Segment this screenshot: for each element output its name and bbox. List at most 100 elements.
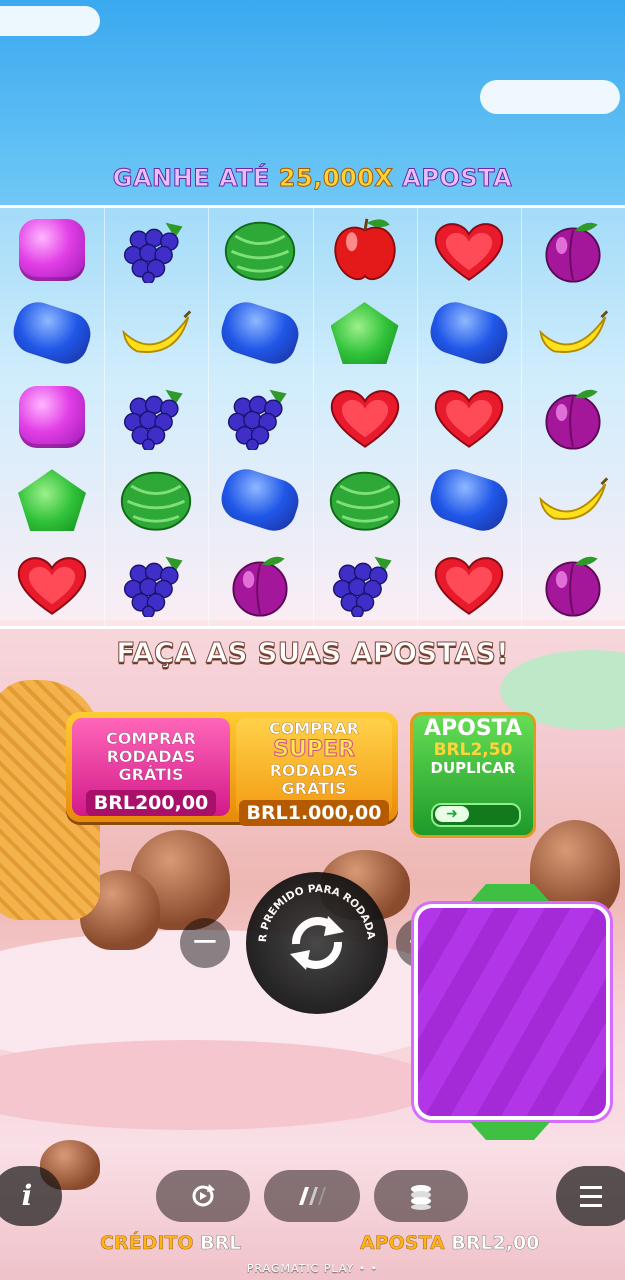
- pink-square-candy-symbol: [19, 385, 85, 448]
- ante-bet-value: BRL2,50: [433, 740, 513, 760]
- cloud: [0, 6, 100, 36]
- grapes-symbol: [118, 384, 194, 451]
- bet-settings-button[interactable]: [374, 1170, 468, 1222]
- arrow-right-icon: ➜: [435, 806, 469, 822]
- grapes-symbol: [118, 551, 194, 619]
- grapes-symbol: [327, 551, 403, 619]
- green-pentagon-candy-symbol: [18, 469, 86, 532]
- credit-display: CRÉDITO BRL: [100, 1232, 242, 1254]
- reel-cell: [0, 375, 104, 458]
- grapes-symbol: [222, 384, 298, 451]
- reel-cell: [417, 542, 521, 625]
- coin-stack-icon: [411, 1185, 431, 1210]
- reel-cell: [313, 375, 417, 458]
- reel-cell: [521, 292, 625, 375]
- turbo-icon: [299, 1187, 326, 1205]
- red-heart-candy-symbol: [327, 384, 403, 450]
- watermelon-symbol: [118, 467, 194, 533]
- grapes-symbol: [118, 217, 194, 284]
- buy-free-spins-price: BRL200,00: [85, 790, 217, 816]
- ante-bet-title: APOSTA: [423, 716, 523, 741]
- banner-suffix: APOSTA: [402, 164, 513, 193]
- buy-super-line2: SUPER: [273, 737, 356, 762]
- banana-symbol: [118, 300, 194, 366]
- pink-square-candy-symbol: [19, 218, 85, 281]
- autoplay-icon: [192, 1184, 215, 1207]
- banana-symbol: [535, 300, 611, 366]
- blue-oval-candy-symbol: [216, 296, 305, 370]
- reel-cell: [521, 459, 625, 542]
- info-icon: i: [21, 1179, 33, 1212]
- reel-cell: [104, 375, 208, 458]
- bet-display: APOSTA BRL2,00: [360, 1232, 540, 1254]
- buy-super-free-spins-button[interactable]: COMPRAR SUPER RODADAS GRÁTIS BRL1.000,00: [236, 718, 392, 826]
- buy-super-price: BRL1.000,00: [238, 800, 390, 826]
- bet-value: BRL2,00: [451, 1232, 540, 1254]
- credit-label: CRÉDITO: [100, 1232, 194, 1254]
- banana-symbol: [535, 467, 611, 533]
- spin-button[interactable]: MANTER PREMIDO PARA RODADA TURBO: [246, 872, 388, 1014]
- reel-cell: [208, 375, 312, 458]
- blue-oval-candy-symbol: [7, 296, 97, 370]
- footer-bar: CRÉDITO BRL APOSTA BRL2,00: [0, 1230, 625, 1260]
- buy-free-spins-line2: RODADAS GRÁTIS: [106, 747, 196, 784]
- menu-button[interactable]: [556, 1166, 625, 1226]
- spin-arrows-icon: [290, 916, 344, 970]
- reel-cell: [313, 542, 417, 625]
- reel-cell: [0, 292, 104, 375]
- banner-multiplier: 25,000X: [278, 164, 394, 193]
- watermelon-symbol: [327, 467, 403, 533]
- plum-symbol: [535, 384, 611, 450]
- ante-bet-panel[interactable]: APOSTA BRL2,50 DUPLICAR ➜: [410, 712, 536, 838]
- special-display-box: [414, 904, 610, 1120]
- provider-name: PRAGMATIC PLAY: [246, 1262, 355, 1275]
- reel-cell: [208, 459, 312, 542]
- reel-cell: [313, 292, 417, 375]
- ante-bet-toggle[interactable]: ➜: [431, 803, 521, 827]
- reel-grid: [0, 205, 625, 629]
- reel-cell: [417, 208, 521, 291]
- red-heart-candy-symbol: [431, 217, 507, 283]
- green-pentagon-candy-symbol: [330, 302, 399, 365]
- reel-cell: [0, 208, 104, 291]
- reel-cell: [104, 292, 208, 375]
- reel-cell: [104, 208, 208, 291]
- buy-super-line1: COMPRAR: [268, 719, 359, 738]
- watermelon-symbol: [222, 217, 298, 283]
- apple-symbol: [327, 217, 403, 283]
- reel-cell: [104, 542, 208, 625]
- provider-logo: PRAGMATIC PLAY • •: [246, 1262, 379, 1275]
- red-heart-candy-symbol: [14, 551, 90, 617]
- reel-cell: [0, 459, 104, 542]
- plum-symbol: [222, 551, 298, 617]
- buy-free-spins-button[interactable]: COMPRAR RODADAS GRÁTIS BRL200,00: [72, 718, 230, 816]
- autoplay-button[interactable]: [156, 1170, 250, 1222]
- credit-value: BRL: [200, 1232, 242, 1254]
- buy-free-spins-line1: COMPRAR: [105, 729, 196, 748]
- red-heart-candy-symbol: [431, 551, 507, 617]
- reel-cell: [104, 459, 208, 542]
- plum-symbol: [535, 217, 611, 283]
- blue-oval-candy-symbol: [424, 296, 513, 370]
- banner-prefix: GANHE ATÉ: [112, 164, 270, 193]
- reel-cell: [313, 459, 417, 542]
- info-button[interactable]: i: [0, 1166, 62, 1226]
- blue-oval-candy-symbol: [216, 463, 305, 537]
- reel-cell: [521, 375, 625, 458]
- plum-symbol: [535, 551, 611, 617]
- decrease-bet-button[interactable]: −: [180, 918, 230, 968]
- reel-cell: [521, 542, 625, 625]
- blue-oval-candy-symbol: [424, 463, 513, 537]
- reel-cell: [208, 208, 312, 291]
- reel-cell: [0, 542, 104, 625]
- cloud: [480, 80, 620, 114]
- status-message: FAÇA AS SUAS APOSTAS!: [116, 636, 509, 670]
- max-win-banner: GANHE ATÉ 25,000X APOSTA: [0, 164, 625, 198]
- turbo-button[interactable]: [264, 1170, 360, 1222]
- red-heart-candy-symbol: [431, 384, 507, 450]
- minus-icon: −: [190, 921, 220, 961]
- bet-label: APOSTA: [360, 1232, 445, 1254]
- reel-cell: [521, 208, 625, 291]
- reel-cell: [417, 292, 521, 375]
- reel-cell: [208, 292, 312, 375]
